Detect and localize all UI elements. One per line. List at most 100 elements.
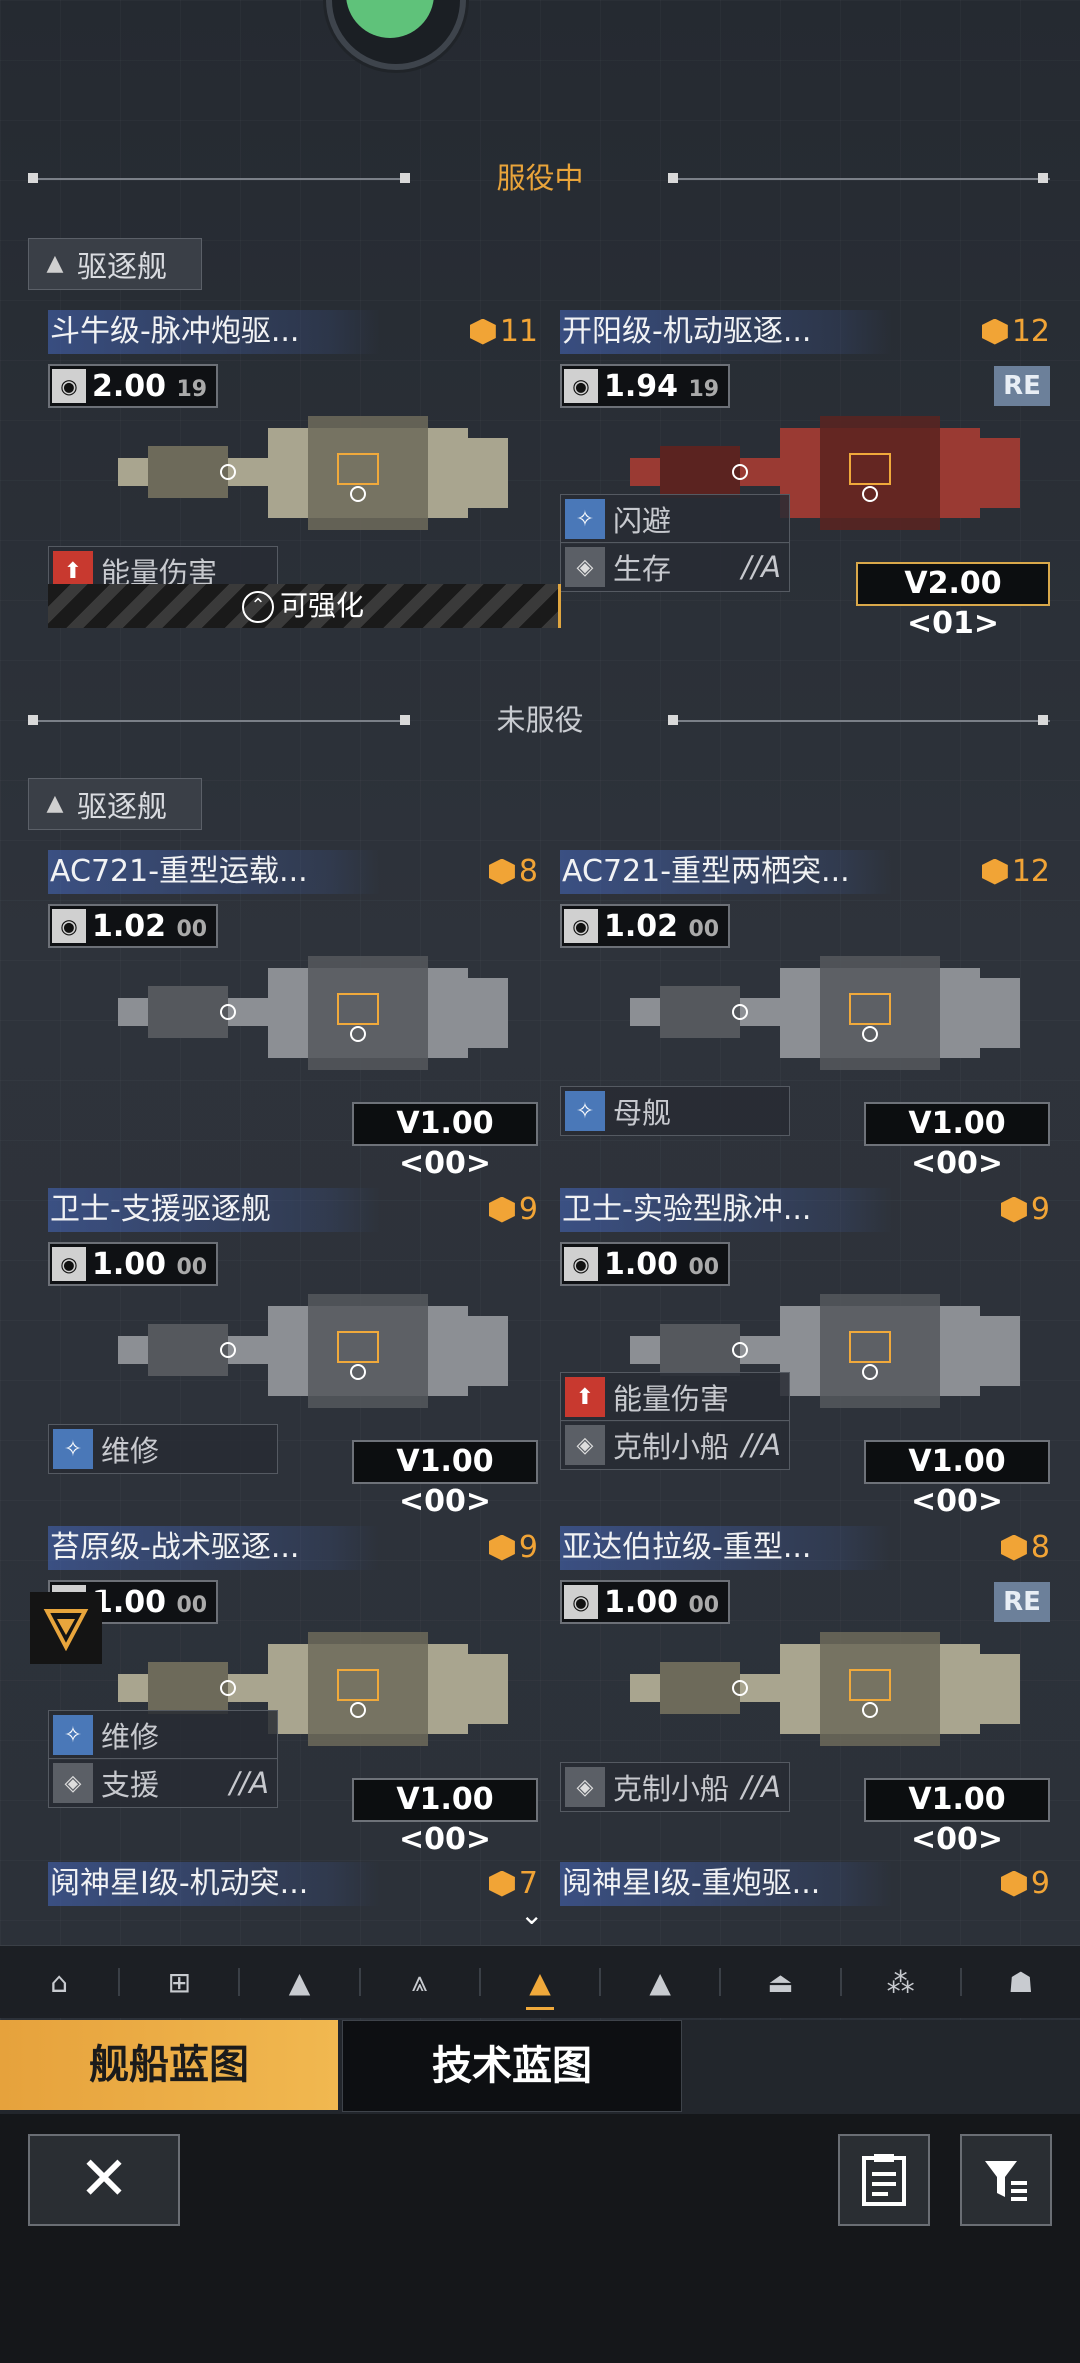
upgrade-available-bar[interactable]: ⌃ 可强化 (48, 584, 561, 628)
ship-model-image (108, 1276, 528, 1416)
attribute-icon: ✧ (53, 1715, 93, 1755)
attribute-icon: ✧ (565, 1091, 605, 1131)
level-hex-icon (488, 1870, 515, 1897)
level-hex-icon (1000, 1534, 1027, 1561)
version-value: 1.00 00 (92, 1246, 208, 1282)
version-badge: V1.00 <00> (352, 1102, 538, 1181)
attribute-label: 维修 (101, 1434, 160, 1468)
faction-icon: ◉ (564, 1247, 598, 1281)
ship-level: 12 (981, 854, 1050, 889)
upgrade-icon: ⌃ (241, 591, 274, 623)
faction-icon: ◉ (52, 909, 86, 943)
category-label: 驱逐舰 (77, 790, 167, 825)
attribute-icon: ◈ (53, 1763, 93, 1803)
close-button[interactable]: ✕ (28, 2134, 180, 2226)
ship-level: 9 (488, 1192, 538, 1227)
attribute-grade: //A (741, 1428, 781, 1462)
version-box: ◉ 1.02 00 (560, 904, 730, 948)
carrier-icon[interactable]: ⊞ (120, 1946, 238, 2018)
section-header-active: 服役中 (0, 158, 1080, 198)
version-box: ◉ 2.00 19 (48, 364, 218, 408)
ship-level: 12 (981, 314, 1050, 349)
level-hex-icon (488, 1534, 515, 1561)
dome-icon[interactable]: ☗ (962, 1946, 1080, 2018)
destroyer-icon: ▲ (46, 251, 64, 276)
attribute-grade: //A (741, 1770, 781, 1804)
ship-card[interactable]: 斗牛级-脉冲炮驱... 11 ◉ 2.00 19 ⬆ 能量伤害 (28, 310, 538, 610)
version-value: 1.94 19 (604, 368, 720, 404)
attribute-tag[interactable]: ◈ 克制小船 //A (560, 1762, 790, 1812)
ship-name: 斗牛级-脉冲炮驱... (48, 310, 380, 354)
clipboard-button[interactable] (838, 2134, 930, 2226)
section-title-inactive: 未服役 (496, 703, 584, 737)
cruiser-icon[interactable]: ▲ (240, 1946, 358, 2018)
attribute-label: 生存 (613, 552, 672, 586)
attribute-label: 母舰 (613, 1096, 672, 1130)
ship-card[interactable]: AC721-重型两栖突... 12 ◉ 1.02 00 ✧ 母舰 V1.00 <00> (540, 850, 1050, 1181)
ship-level: 11 (469, 314, 538, 349)
ship-card[interactable]: 苔原级-战术驱逐...9◉1.00 00✧维修◈支援//AV1.00 <00> (28, 1526, 538, 1857)
building-icon[interactable]: ⌂ (0, 1946, 118, 2018)
version-value: 1.02 00 (92, 908, 208, 944)
ship-type-nav: ⌂ ⊞ ▲ ⩓ ▲ ▲ ⏏ ⁂ ☗ (0, 1945, 1080, 2018)
attribute-tag[interactable]: ⬆ 能量伤害 (560, 1372, 790, 1422)
level-hex-icon (469, 318, 496, 345)
faction-badge-icon[interactable] (30, 1592, 102, 1664)
tab-tech-blueprint[interactable]: 技术蓝图 (342, 2020, 682, 2112)
clipboard-icon (862, 2154, 906, 2206)
attribute-icon: ◈ (565, 547, 605, 587)
ship-model-image (620, 1614, 1040, 1754)
upgrade-label: 可强化 (279, 589, 364, 622)
corvette-icon[interactable]: ▲ (601, 1946, 719, 2018)
version-box: ◉ 1.02 00 (48, 904, 218, 948)
ship-level: 9 (1000, 1866, 1050, 1901)
attribute-icon: ✧ (53, 1429, 93, 1469)
version-badge: V1.00 <00> (352, 1440, 538, 1519)
version-badge: V1.00 <00> (864, 1102, 1050, 1181)
attribute-icon: ✧ (565, 499, 605, 539)
ship-level: 9 (1000, 1192, 1050, 1227)
ship-name: 苔原级-战术驱逐... (48, 1526, 380, 1570)
attribute-tag[interactable]: ✧ 母舰 (560, 1086, 790, 1136)
attribute-tag[interactable]: ✧ 维修 (48, 1424, 278, 1474)
level-hex-icon (488, 858, 515, 885)
faction-icon: ◉ (52, 1247, 86, 1281)
scroll-more-chevron-icon[interactable]: ⌄ (520, 1898, 543, 1931)
platform-icon[interactable]: ⏏ (721, 1946, 839, 2018)
filter-icon (985, 2161, 1027, 2201)
attribute-icon: ◈ (565, 1767, 605, 1807)
filter-button[interactable] (960, 2134, 1052, 2226)
ship-model-image (108, 398, 528, 538)
blueprint-tabs: 舰船蓝图 技术蓝图 (0, 2020, 1080, 2114)
ship-card[interactable]: AC721-重型运载... 8 ◉ 1.02 00 V1.00 <00> (28, 850, 538, 1181)
version-badge: V2.00 <01> (856, 562, 1050, 641)
attribute-tag[interactable]: ✧ 维修 (48, 1710, 278, 1760)
ship-card[interactable]: 卫士-支援驱逐舰 9 ◉ 1.00 00 ✧ 维修 V1.00 <00> (28, 1188, 538, 1519)
level-hex-icon (1000, 1196, 1027, 1223)
faction-icon: ◉ (564, 1585, 598, 1619)
attribute-label: 克制小船 (613, 1772, 730, 1806)
section-header-inactive: 未服役 (0, 700, 1080, 740)
attribute-label: 支援 (101, 1768, 160, 1802)
version-value: 1.00 00 (604, 1584, 720, 1620)
version-box: ◉ 1.94 19 (560, 364, 730, 408)
tab-ship-blueprint[interactable]: 舰船蓝图 (0, 2020, 338, 2110)
ship-name: 阋神星Ⅰ级-重炮驱... (560, 1862, 892, 1906)
attribute-grade: //A (741, 550, 781, 584)
level-hex-icon (1000, 1870, 1027, 1897)
attribute-tag[interactable]: ✧ 闪避 (560, 494, 790, 544)
version-badge: V1.00 <00> (352, 1778, 538, 1857)
attribute-tag[interactable]: ◈ 克制小船 //A (560, 1420, 790, 1470)
fighter-icon[interactable]: ⁂ (842, 1946, 960, 2018)
destroyer-icon[interactable]: ▲ (481, 1946, 599, 2018)
ship-card[interactable]: 卫士-实验型脉冲... 9 ◉ 1.00 00 ⬆ 能量伤害 ◈ 克制小船 //A V1.00 <… (540, 1188, 1050, 1519)
ship-card[interactable]: 亚达伯拉级-重型... 8 RE ◉ 1.00 00 ◈ 克制小船//A V1.00 <00> (540, 1526, 1050, 1857)
level-hex-icon (981, 318, 1008, 345)
category-chip-destroyer[interactable]: ▲ 驱逐舰 (28, 238, 202, 290)
ship-name: 阋神星Ⅰ级-机动突... (48, 1862, 380, 1906)
attribute-tag[interactable]: ◈ 支援 //A (48, 1758, 278, 1808)
frigate-icon[interactable]: ⩓ (361, 1946, 479, 2018)
attribute-tag[interactable]: ◈ 生存 //A (560, 542, 790, 592)
category-chip-destroyer-inactive[interactable]: ▲ 驱逐舰 (28, 778, 202, 830)
ship-card[interactable]: 开阳级-机动驱逐... 12 RE ◉ 1.94 19 ✧ 闪避 ◈ 生存//A V2.00 <0… (540, 310, 1050, 641)
